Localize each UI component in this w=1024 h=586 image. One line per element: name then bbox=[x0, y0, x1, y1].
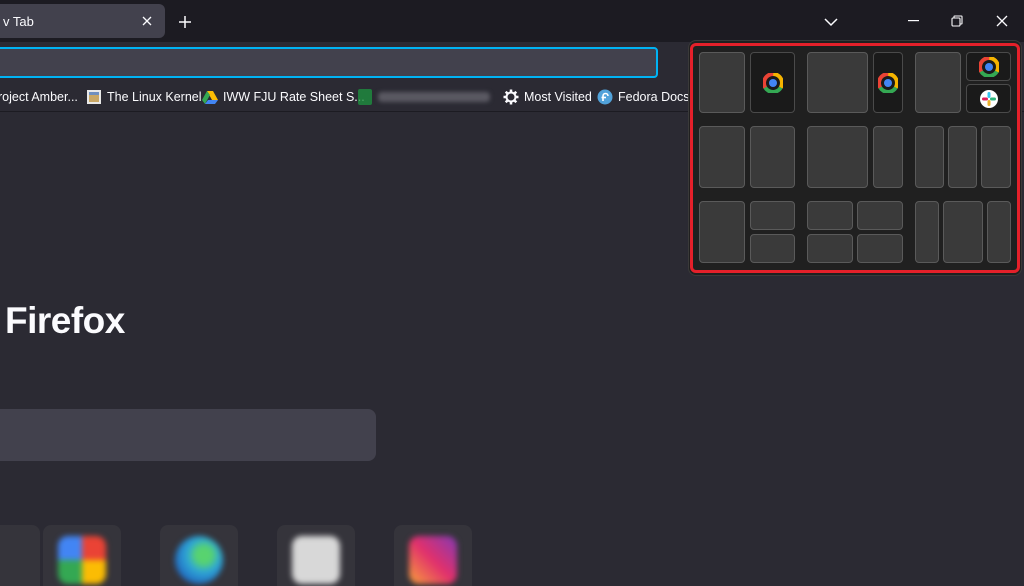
snap-zone-layout5-left[interactable] bbox=[807, 126, 868, 188]
snap-zone-layout6-left[interactable] bbox=[915, 126, 944, 188]
snap-layouts-flyout bbox=[688, 40, 1022, 276]
gear-icon bbox=[503, 89, 519, 105]
slack-icon bbox=[979, 89, 998, 108]
snap-zone-layout3-left[interactable] bbox=[915, 52, 961, 113]
google-photos-icon bbox=[58, 536, 106, 584]
bookmark-most-visited[interactable]: Most Visited bbox=[503, 84, 592, 110]
bookmark-label: Most Visited bbox=[524, 90, 592, 104]
snap-zone-layout9-left[interactable] bbox=[915, 201, 939, 263]
snap-zone-layout7-left[interactable] bbox=[699, 201, 745, 263]
snap-zone-layout8-bottom-left[interactable] bbox=[807, 234, 853, 263]
snap-zone-layout8-top-right[interactable] bbox=[857, 201, 903, 230]
tab-strip: v Tab bbox=[0, 0, 1024, 42]
snap-zone-layout7-top-right[interactable] bbox=[750, 201, 795, 230]
restore-icon[interactable] bbox=[941, 6, 973, 36]
snap-zone-layout3-top-right[interactable] bbox=[966, 52, 1011, 81]
close-icon[interactable] bbox=[986, 6, 1018, 36]
shortcut-tile-google-photos[interactable] bbox=[43, 525, 121, 586]
snap-zone-layout4-left[interactable] bbox=[699, 126, 745, 188]
tab-new-tab[interactable]: v Tab bbox=[0, 4, 165, 38]
bookmark-iww-rate-sheet[interactable]: IWW FJU Rate Sheet S... bbox=[202, 84, 365, 110]
plus-icon[interactable] bbox=[172, 9, 198, 35]
bookmark-fedora-docs[interactable]: Fedora Docs bbox=[597, 84, 690, 110]
bookmark-blurred[interactable] bbox=[357, 84, 490, 110]
snap-zone-layout1-right[interactable] bbox=[750, 52, 795, 113]
snap-zone-layout9-right[interactable] bbox=[987, 201, 1011, 263]
snap-zone-layout9-center[interactable] bbox=[943, 201, 983, 263]
chevron-down-icon[interactable] bbox=[818, 9, 844, 35]
instagram-icon bbox=[409, 536, 457, 584]
shortcut-tile-generic[interactable] bbox=[277, 525, 355, 586]
snap-zone-layout4-right[interactable] bbox=[750, 126, 795, 188]
blurred-bookmark-label bbox=[378, 92, 490, 102]
chrome-canary-icon bbox=[878, 72, 898, 93]
spreadsheet-icon bbox=[357, 89, 373, 105]
snap-zone-layout6-center[interactable] bbox=[948, 126, 977, 188]
snap-zone-layout1-left[interactable] bbox=[699, 52, 745, 113]
bookmark-label: The Linux Kernel bbox=[107, 90, 202, 104]
google-drive-icon bbox=[202, 89, 218, 105]
bookmark-linux-kernel[interactable]: The Linux Kernel bbox=[86, 84, 202, 110]
chrome-canary-icon bbox=[762, 72, 783, 93]
bookmark-label: Fedora Docs bbox=[618, 90, 690, 104]
tab-title: v Tab bbox=[3, 13, 34, 29]
close-icon[interactable] bbox=[135, 9, 159, 33]
shortcut-tile-instagram[interactable] bbox=[394, 525, 472, 586]
bookmark-label: IWW FJU Rate Sheet S... bbox=[223, 90, 365, 104]
generic-site-icon bbox=[292, 536, 340, 584]
fedora-icon bbox=[597, 89, 613, 105]
snap-zone-layout2-left[interactable] bbox=[807, 52, 868, 113]
shortcut-tile-partial[interactable] bbox=[0, 525, 40, 586]
snap-zone-layout5-right[interactable] bbox=[873, 126, 903, 188]
bookmark-label: roject Amber... bbox=[0, 90, 78, 104]
snap-zone-layout7-bottom-right[interactable] bbox=[750, 234, 795, 263]
snap-zone-layout2-right[interactable] bbox=[873, 52, 903, 113]
snap-zone-layout8-top-left[interactable] bbox=[807, 201, 853, 230]
chrome-canary-icon bbox=[978, 56, 999, 77]
url-bar-input[interactable] bbox=[0, 47, 658, 78]
edge-icon bbox=[175, 536, 223, 584]
minimize-icon[interactable] bbox=[898, 6, 930, 36]
shortcut-tile-edge[interactable] bbox=[160, 525, 238, 586]
new-tab-search-input[interactable] bbox=[0, 409, 376, 461]
snap-zone-layout8-bottom-right[interactable] bbox=[857, 234, 903, 263]
bookmark-project-amber[interactable]: roject Amber... bbox=[0, 84, 78, 110]
linux-kernel-icon bbox=[86, 89, 102, 105]
firefox-wordmark: Firefox bbox=[5, 300, 125, 341]
snap-zone-layout3-bottom-right[interactable] bbox=[966, 84, 1011, 113]
snap-zone-layout6-right[interactable] bbox=[981, 126, 1011, 188]
